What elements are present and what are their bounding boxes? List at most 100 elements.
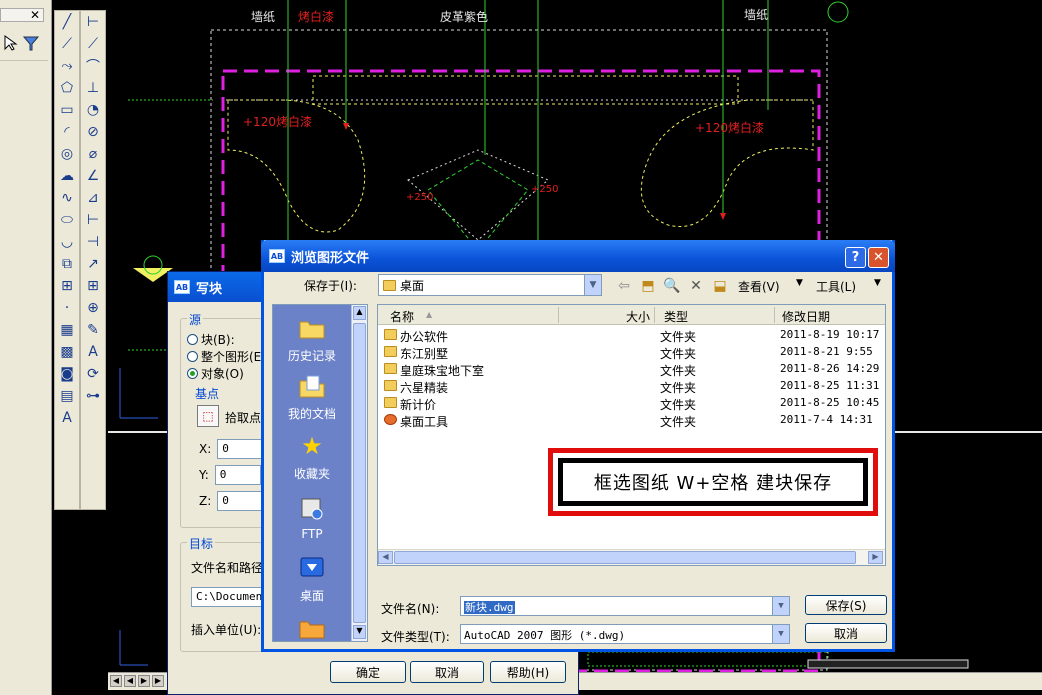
y-input[interactable]: 0 bbox=[214, 465, 261, 485]
ellipse-icon[interactable]: ⬭ bbox=[55, 209, 79, 231]
place-favorites[interactable]: ★ 收藏夹 bbox=[273, 431, 351, 482]
point-icon[interactable]: · bbox=[55, 297, 79, 319]
dim-text-edit-icon[interactable]: A bbox=[81, 341, 105, 363]
file-row[interactable]: 办公软件 文件夹 2011-8-19 10:17 bbox=[382, 327, 882, 344]
dim-update-icon[interactable]: ⟳ bbox=[81, 363, 105, 385]
col-size[interactable]: 大小 bbox=[626, 308, 650, 325]
write-block-cancel-button[interactable]: 取消 bbox=[410, 661, 484, 683]
radius-icon[interactable]: ◔ bbox=[81, 99, 105, 121]
file-path-input[interactable]: C:\Document bbox=[191, 587, 267, 607]
tools-menu[interactable]: 工具(L) bbox=[816, 278, 856, 295]
place-more[interactable] bbox=[273, 613, 351, 647]
help-button[interactable]: 帮助(H) bbox=[490, 661, 566, 683]
browse-titlebar[interactable]: AB 浏览图形文件 ? ✕ bbox=[261, 240, 895, 272]
close-icon[interactable]: ✕ bbox=[868, 247, 889, 268]
scroll-up-icon[interactable]: ▲ bbox=[353, 306, 366, 320]
help-icon[interactable]: ? bbox=[845, 247, 866, 268]
chevron-down-icon[interactable]: ▼ bbox=[772, 625, 789, 643]
search-icon[interactable]: 🔍 bbox=[662, 276, 682, 296]
line-icon[interactable]: ╱ bbox=[55, 11, 79, 33]
places-scrollbar[interactable]: ▲ ▼ bbox=[351, 305, 367, 641]
circle-icon[interactable]: ◎ bbox=[55, 143, 79, 165]
place-history[interactable]: 历史记录 bbox=[273, 313, 351, 364]
delete-icon[interactable]: ✕ bbox=[686, 276, 706, 296]
filetype-select[interactable]: AutoCAD 2007 图形 (*.dwg) ▼ bbox=[460, 624, 790, 644]
aligned-dim-icon[interactable]: ⟋ bbox=[81, 33, 105, 55]
arc-icon[interactable]: ◜ bbox=[55, 121, 79, 143]
dim-style-icon[interactable]: ⊶ bbox=[81, 385, 105, 407]
file-row[interactable]: 新计价 文件夹 2011-8-25 10:45 bbox=[382, 395, 882, 412]
quick-dim-icon[interactable]: ⊿ bbox=[81, 187, 105, 209]
scroll-left-icon[interactable]: ◀ bbox=[378, 551, 393, 564]
view-chevron-icon[interactable]: ▼ bbox=[796, 278, 803, 288]
make-block-icon[interactable]: ⊞ bbox=[55, 275, 79, 297]
col-name[interactable]: 名称 bbox=[390, 308, 414, 325]
place-ftp[interactable]: FTP bbox=[273, 493, 351, 541]
file-row[interactable]: 东江别墅 文件夹 2011-8-21 9:55 bbox=[382, 344, 882, 361]
qleader-icon[interactable]: ↗ bbox=[81, 253, 105, 275]
col-date[interactable]: 修改日期 bbox=[782, 308, 830, 325]
linear-dim-icon[interactable]: ⊢ bbox=[81, 11, 105, 33]
chevron-down-icon[interactable]: ▼ bbox=[772, 597, 789, 615]
scroll-down-icon[interactable]: ▼ bbox=[353, 625, 366, 639]
angular-icon[interactable]: ∠ bbox=[81, 165, 105, 187]
save-button[interactable]: 保存(S) bbox=[805, 595, 887, 615]
file-list-scrollbar[interactable]: ◀ ▶ bbox=[378, 549, 885, 565]
file-list-scroll-thumb[interactable] bbox=[394, 551, 856, 564]
places-scroll-thumb[interactable] bbox=[353, 323, 366, 623]
revcloud-icon[interactable]: ☁ bbox=[55, 165, 79, 187]
baseline-icon[interactable]: ⊢ bbox=[81, 209, 105, 231]
back-icon[interactable]: ⇦ bbox=[614, 276, 634, 296]
rectangle-icon[interactable]: ▭ bbox=[55, 99, 79, 121]
up-folder-icon[interactable]: ⬒ bbox=[638, 276, 658, 296]
ok-button[interactable]: 确定 bbox=[330, 661, 406, 683]
close-icon[interactable]: ✕ bbox=[30, 8, 40, 22]
file-row[interactable]: 六星精装 文件夹 2011-8-25 11:31 bbox=[382, 378, 882, 395]
col-type[interactable]: 类型 bbox=[664, 308, 688, 325]
polyline-icon[interactable]: ⤳ bbox=[55, 55, 79, 77]
construction-line-icon[interactable]: ⟋ bbox=[55, 33, 79, 55]
center-mark-icon[interactable]: ⊕ bbox=[81, 297, 105, 319]
radio-whole-drawing[interactable]: 整个图形(E) bbox=[187, 348, 266, 365]
place-desktop[interactable]: 桌面 bbox=[273, 553, 351, 604]
spline-icon[interactable]: ∿ bbox=[55, 187, 79, 209]
view-menu[interactable]: 查看(V) bbox=[738, 278, 780, 295]
hatch-icon[interactable]: ▦ bbox=[55, 319, 79, 341]
ellipse-arc-icon[interactable]: ◡ bbox=[55, 231, 79, 253]
look-in-dropdown[interactable]: 桌面 ▼ bbox=[378, 274, 602, 296]
ordinate-icon[interactable]: ⊥ bbox=[81, 77, 105, 99]
dim-edit-icon[interactable]: ✎ bbox=[81, 319, 105, 341]
file-list[interactable]: 名称 ▲ 大小 类型 修改日期 办公软件 文件夹 2011-8-19 10:17… bbox=[377, 304, 886, 566]
mtext-icon[interactable]: A bbox=[55, 407, 79, 429]
arrow-icon[interactable] bbox=[2, 34, 20, 52]
scroll-first-icon[interactable]: ◀ bbox=[110, 675, 122, 687]
z-input[interactable]: 0 bbox=[217, 491, 264, 511]
continue-icon[interactable]: ⊣ bbox=[81, 231, 105, 253]
new-folder-icon[interactable]: ⬓ bbox=[710, 276, 730, 296]
chevron-down-icon[interactable]: ▼ bbox=[584, 275, 601, 295]
table-icon[interactable]: ▤ bbox=[55, 385, 79, 407]
radio-objects[interactable]: 对象(O) bbox=[187, 365, 266, 382]
filename-input[interactable]: 新块.dwg ▼ bbox=[460, 596, 790, 616]
file-row[interactable]: 皇庭珠宝地下室 文件夹 2011-8-26 14:29 bbox=[382, 361, 882, 378]
place-my-documents[interactable]: 我的文档 bbox=[273, 371, 351, 422]
gradient-icon[interactable]: ▩ bbox=[55, 341, 79, 363]
pick-point-button[interactable]: ⬚ bbox=[197, 405, 219, 427]
file-row[interactable]: 桌面工具 文件夹 2011-7-4 14:31 bbox=[382, 412, 882, 429]
scroll-next-icon[interactable]: ▶ bbox=[138, 675, 150, 687]
tools-chevron-icon[interactable]: ▼ bbox=[874, 278, 881, 288]
region-icon[interactable]: ◙ bbox=[55, 363, 79, 385]
browse-cancel-button[interactable]: 取消 bbox=[805, 623, 887, 643]
radio-block[interactable]: 块(B): bbox=[187, 331, 266, 348]
insert-block-icon[interactable]: ⧉ bbox=[55, 253, 79, 275]
arc-length-icon[interactable]: ⌒ bbox=[81, 55, 105, 77]
x-input[interactable]: 0 bbox=[217, 439, 264, 459]
scroll-right-icon[interactable]: ▶ bbox=[868, 551, 883, 564]
diameter-icon[interactable]: ⌀ bbox=[81, 143, 105, 165]
jogged-icon[interactable]: ⊘ bbox=[81, 121, 105, 143]
tolerance-icon[interactable]: ⊞ bbox=[81, 275, 105, 297]
scroll-prev-icon[interactable]: ◀ bbox=[124, 675, 136, 687]
polygon-icon[interactable]: ⬠ bbox=[55, 77, 79, 99]
scroll-last-icon[interactable]: ▶ bbox=[152, 675, 164, 687]
filter-icon[interactable] bbox=[22, 34, 40, 52]
